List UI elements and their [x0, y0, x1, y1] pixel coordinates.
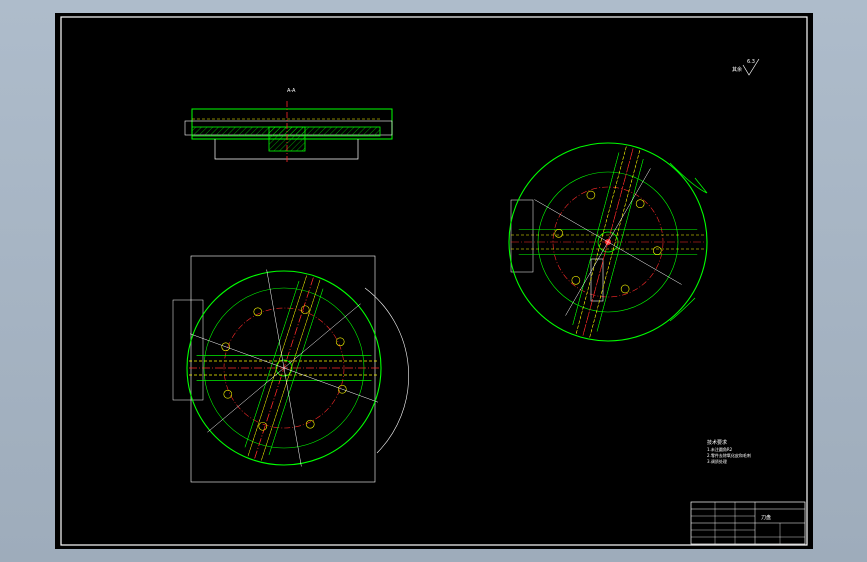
bolt-hole — [586, 190, 596, 200]
cad-drawing: A-A 其余 6.3 技术要求 1.未注圆角R2 2.零件去除氧化皮和毛刺 3.… — [60, 16, 808, 546]
title-block-part-name: 刀盘 — [761, 514, 771, 521]
bolt-hole — [300, 305, 310, 315]
slot-hidden-line — [575, 146, 627, 334]
bolt-hole — [635, 199, 645, 208]
drawing-frame — [60, 16, 808, 546]
left-dim-arc — [364, 287, 409, 454]
bolt-hole — [223, 389, 233, 399]
right-notch-top — [669, 162, 708, 194]
bolt-hole — [620, 284, 630, 294]
technical-notes: 技术要求 1.未注圆角R2 2.零件去除氧化皮和毛刺 3.调质处理 — [707, 439, 751, 464]
notes-line-1: 1.未注圆角R2 — [707, 446, 733, 452]
leader-line — [207, 367, 285, 433]
bolt-hole — [554, 229, 564, 238]
title-block: 刀盘 — [690, 501, 806, 545]
bolt-hole — [305, 419, 315, 429]
section-view: A-A — [184, 88, 393, 163]
notes-line-3: 3.调质处理 — [707, 458, 727, 464]
bolt-hole — [253, 307, 263, 317]
plan-view-left — [172, 255, 409, 483]
leader-line — [534, 199, 609, 243]
right-notch-bottom — [669, 297, 696, 322]
slot-edge-line — [572, 152, 620, 326]
bolt-hole — [652, 246, 662, 255]
slot-edge-line — [596, 158, 644, 332]
roughness-value: 6.3 — [747, 59, 755, 65]
bolt-hole — [335, 337, 345, 347]
section-label: A-A — [287, 88, 296, 94]
bolt-hole — [571, 276, 581, 285]
slot-hidden-line — [589, 150, 641, 338]
roughness-prefix: 其余 — [732, 66, 742, 73]
plan-view-right — [508, 142, 708, 342]
cad-viewport[interactable]: A-A 其余 6.3 技术要求 1.未注圆角R2 2.零件去除氧化皮和毛刺 3.… — [55, 13, 813, 549]
leader-line — [607, 241, 682, 285]
bolt-hole — [258, 421, 268, 431]
roughness-symbol: 其余 6.3 — [732, 58, 760, 76]
notes-line-2: 2.零件去除氧化皮和毛刺 — [707, 452, 751, 458]
leader-line — [283, 303, 361, 369]
notes-title: 技术要求 — [707, 439, 727, 446]
